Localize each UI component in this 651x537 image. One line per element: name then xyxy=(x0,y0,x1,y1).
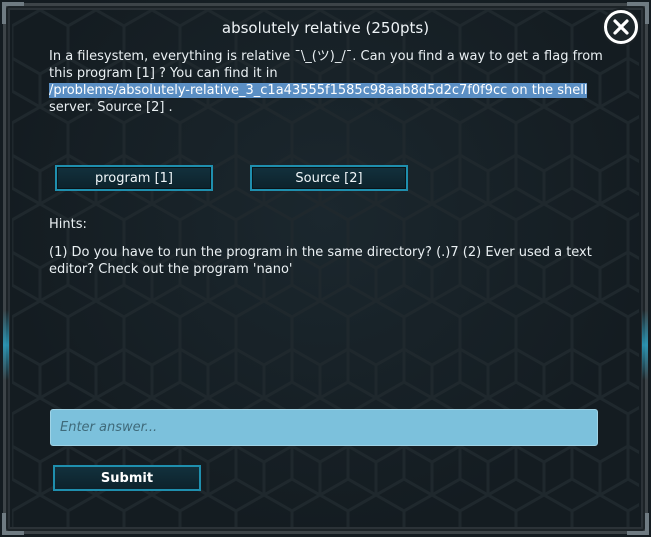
description-text: In a filesystem, everything is relative … xyxy=(49,49,603,81)
problem-dialog: absolutely relative (250pts) In a filesy… xyxy=(0,0,651,537)
hints-label: Hints: xyxy=(49,217,87,232)
right-edge-glow xyxy=(642,310,648,380)
problem-description: In a filesystem, everything is relative … xyxy=(49,48,609,116)
corner-bottom-left xyxy=(2,513,24,535)
close-icon xyxy=(613,19,629,35)
answer-input[interactable] xyxy=(50,409,598,446)
left-edge-glow xyxy=(3,310,9,380)
hints-text: (1) Do you have to run the program in th… xyxy=(49,245,592,277)
source-button[interactable]: Source [2] xyxy=(250,165,408,191)
close-button[interactable] xyxy=(604,10,638,44)
description-text-end: server. Source [2] . xyxy=(49,100,173,115)
problem-path-selected: /problems/absolutely-relative_3_c1a43555… xyxy=(49,83,588,98)
dialog-title: absolutely relative (250pts) xyxy=(221,19,430,37)
corner-bottom-right xyxy=(627,513,649,535)
program-button[interactable]: program [1] xyxy=(55,165,213,191)
submit-button[interactable]: Submit xyxy=(53,465,201,491)
